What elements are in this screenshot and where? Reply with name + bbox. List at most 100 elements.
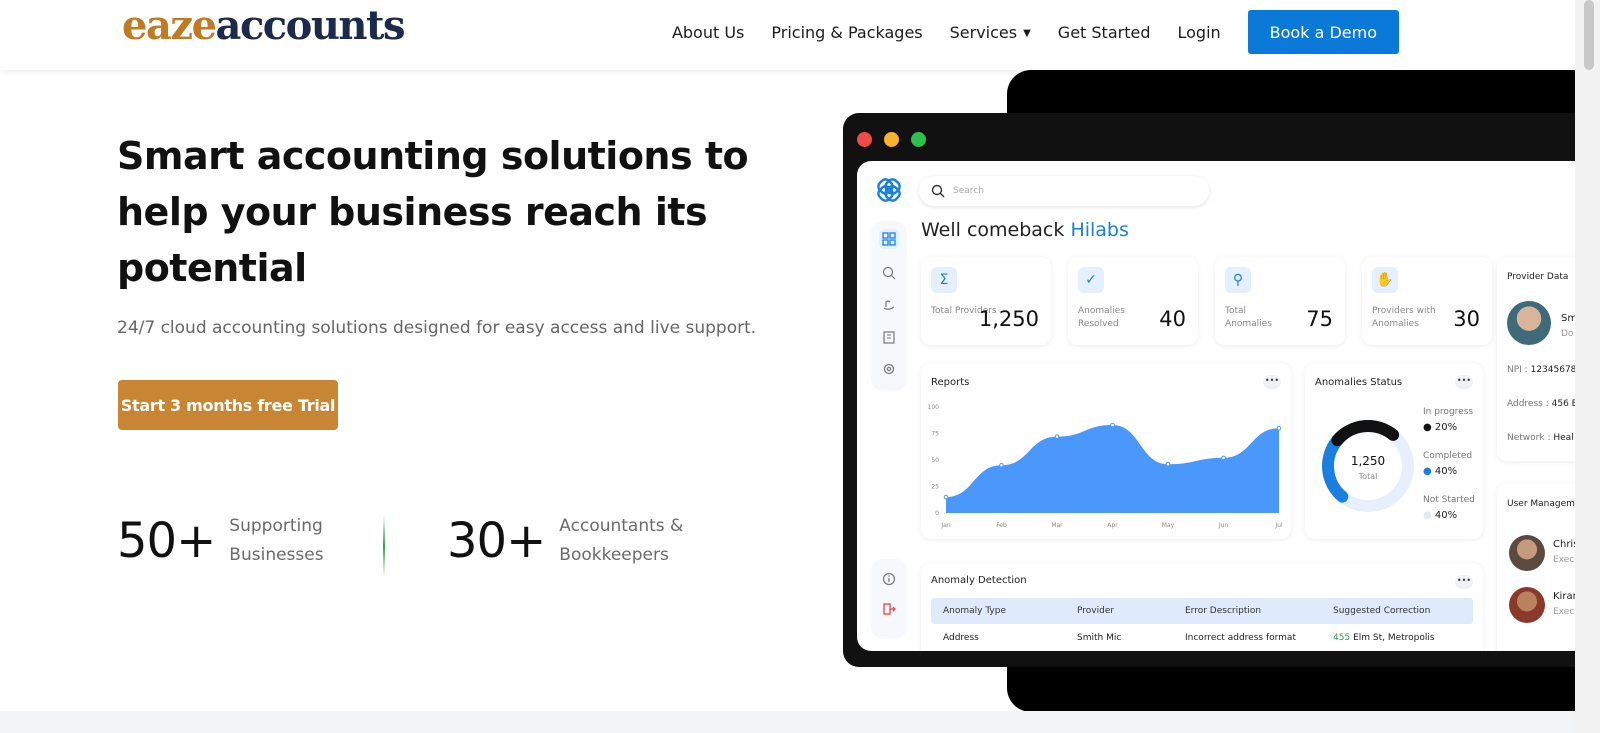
y-tick-label: 0	[935, 510, 939, 517]
hero-subtitle: 24/7 cloud accounting solutions designed…	[117, 318, 757, 338]
more-options-icon[interactable]: •••	[1455, 375, 1473, 389]
stat-value: 30+	[447, 513, 546, 569]
npi-value: 12345678	[1530, 365, 1577, 375]
nav-get-started[interactable]: Get Started	[1058, 23, 1151, 42]
stat-card-anomalies-resolved[interactable]: ✓ Anomalies Resolved 40	[1068, 257, 1198, 345]
x-tick-label: Feb	[996, 522, 1007, 529]
stat-card-total-providers[interactable]: Σ Total Providers 1,250	[921, 257, 1051, 345]
anomaly-detection-card: Anomaly Detection ••• Anomaly Type Provi…	[921, 563, 1483, 651]
legend-value-text: 40%	[1434, 510, 1458, 521]
address-label: Address :	[1507, 399, 1549, 409]
card-value: 75	[1306, 307, 1333, 331]
table-header-cell: Anomaly Type	[943, 606, 1007, 616]
x-tick-label: Apr	[1107, 522, 1118, 529]
hero-title: Smart accounting solutions to help your …	[117, 134, 749, 290]
stat-label-line2: Bookkeepers	[559, 545, 669, 565]
nav-services-label: Services	[949, 22, 1018, 42]
card-value: 1,250	[978, 307, 1039, 331]
top-navbar: eazeaccounts About Us Pricing & Packages…	[0, 0, 1600, 70]
provider-role: Do	[1561, 329, 1574, 339]
card-label: Anomalies Resolved	[1078, 306, 1125, 329]
search-placeholder: Search	[953, 186, 984, 196]
dashboard-search-input[interactable]: Search	[919, 176, 1209, 206]
y-tick-label: 50	[931, 457, 939, 464]
nav-links: About Us Pricing & Packages Services ▼ Ge…	[645, 10, 1399, 54]
window-maximize-dot	[911, 132, 926, 147]
grid-icon[interactable]	[879, 229, 899, 249]
brand-logo[interactable]: eazeaccounts	[122, 2, 406, 50]
anomalies-donut-chart: 1,250 Total	[1322, 420, 1414, 512]
logo-part-accounts: accounts	[215, 2, 406, 49]
stat-card-providers-with-anomalies[interactable]: ✋ Providers with Anomalies 30	[1362, 257, 1492, 345]
nav-pricing-packages[interactable]: Pricing & Packages	[771, 23, 922, 42]
hand-icon: ✋	[1372, 267, 1398, 293]
data-point	[999, 463, 1004, 468]
scrollbar-thumb[interactable]	[1584, 0, 1594, 70]
start-trial-button[interactable]: Start 3 months free Trial	[118, 380, 338, 430]
nav-services[interactable]: Services ▼	[950, 23, 1031, 42]
building-icon[interactable]	[879, 327, 899, 347]
network-value: Heal	[1553, 433, 1574, 443]
nav-login[interactable]: Login	[1177, 23, 1220, 42]
dashboard-sidebar	[871, 221, 907, 391]
user-management-title: User Managem	[1507, 499, 1575, 509]
table-header-cell: Provider	[1077, 606, 1115, 616]
data-point	[1276, 425, 1282, 431]
correction-highlight: 455	[1333, 633, 1351, 643]
stat-divider	[383, 516, 385, 576]
legend-not-started-value: ● 40%	[1423, 510, 1458, 521]
y-tick-label: 100	[928, 404, 940, 411]
y-tick-label: 75	[931, 431, 939, 438]
donut-center-value: 1,250	[1351, 454, 1385, 468]
dashboard-mockup: Search Well comeback Hilabs Σ Total Prov…	[843, 113, 1593, 667]
legend-completed-label: Completed	[1423, 451, 1473, 461]
stat-label-line1: Supporting	[229, 516, 323, 536]
sigma-icon: Σ	[931, 267, 957, 293]
nav-about-us[interactable]: About Us	[672, 23, 744, 42]
magnifier-icon: ⚲	[1225, 267, 1251, 293]
card-label: Total Anomalies	[1225, 306, 1272, 329]
table-cell: Incorrect address format	[1185, 633, 1296, 643]
search-icon	[931, 184, 945, 198]
stat-card-total-anomalies[interactable]: ⚲ Total Anomalies 75	[1215, 257, 1345, 345]
donut-center-label: Total	[1358, 472, 1378, 481]
reports-area-chart: 100 75 50 25 0Jan Feb Mar Apr May Jun Jul	[928, 404, 1283, 529]
stat-supporting-businesses: 50+ Supporting Businesses	[117, 512, 324, 570]
zoom-icon[interactable]	[879, 263, 899, 283]
x-tick-label: Jan	[940, 522, 950, 529]
dashboard-logo-icon	[877, 178, 901, 202]
window-close-dot	[857, 132, 872, 147]
x-tick-label: Jun	[1218, 522, 1229, 529]
reports-card: Reports ••• 100 75 50 25 0 Jan Feb Mar Apr May Jun…	[921, 363, 1291, 539]
table-cell: Address	[943, 633, 979, 643]
gear-icon[interactable]	[879, 359, 899, 379]
welcome-heading: Well comeback Hilabs	[921, 219, 1129, 241]
legend-value-text: 40%	[1434, 466, 1458, 477]
next-section-edge	[0, 711, 1575, 733]
stat-label: Accountants & Bookkeepers	[559, 512, 683, 570]
logout-icon[interactable]	[879, 599, 899, 619]
window-minimize-dot	[884, 132, 899, 147]
welcome-prefix: Well comeback	[921, 219, 1065, 241]
data-point	[943, 494, 949, 500]
provider-npi: NPI : 12345678	[1507, 365, 1576, 375]
anomaly-detection-title: Anomaly Detection	[931, 575, 1027, 586]
more-options-icon[interactable]: •••	[1455, 575, 1473, 589]
correction-text: Elm St, Metropolis	[1353, 633, 1435, 643]
book-demo-button[interactable]: Book a Demo	[1247, 10, 1399, 54]
stat-value: 50+	[117, 513, 216, 569]
info-icon[interactable]	[879, 569, 899, 589]
page-scrollbar[interactable]	[1575, 0, 1600, 733]
legend-value-text: 20%	[1434, 422, 1458, 433]
legend-not-started-label: Not Started	[1423, 495, 1475, 505]
legend-completed-value: ● 40%	[1423, 466, 1458, 477]
provider-network: Network : Heal	[1507, 433, 1574, 443]
x-tick-label: Jul	[1274, 522, 1283, 529]
stat-accountants: 30+ Accountants & Bookkeepers	[447, 512, 683, 570]
provider-data-title: Provider Data	[1507, 272, 1569, 282]
network-label: Network :	[1507, 433, 1551, 443]
dashboard-screen: Search Well comeback Hilabs Σ Total Prov…	[857, 161, 1593, 651]
data-point	[1221, 455, 1226, 461]
table-header-cell: Error Description	[1185, 606, 1262, 616]
hand-icon[interactable]	[879, 295, 899, 315]
